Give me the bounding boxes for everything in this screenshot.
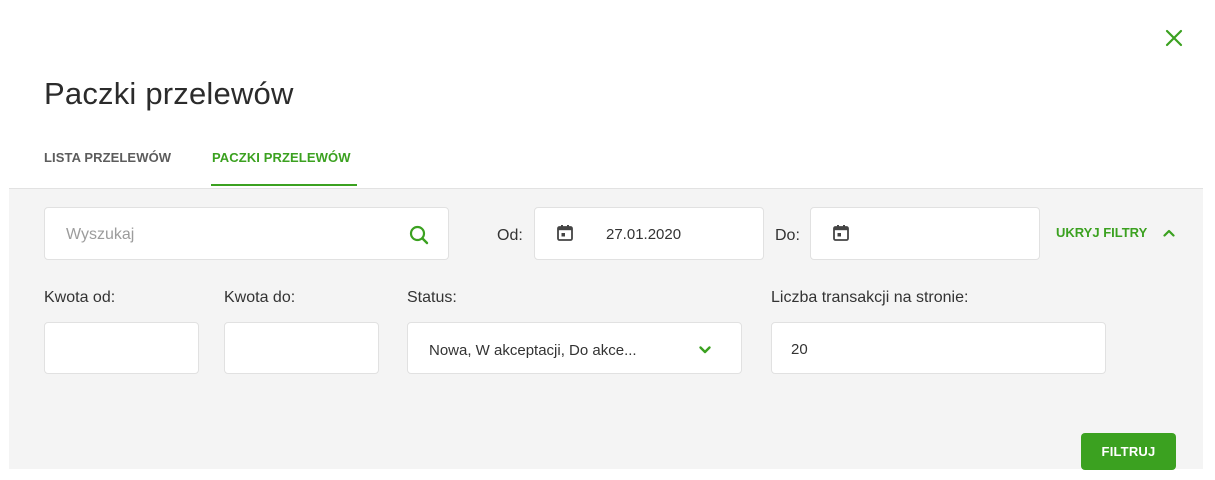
status-select[interactable]: Nowa, W akceptacji, Do akce... <box>407 322 742 374</box>
status-label: Status: <box>407 289 457 306</box>
close-button[interactable] <box>1160 24 1188 52</box>
calendar-icon <box>833 225 849 241</box>
calendar-icon <box>557 225 573 241</box>
tab-paczki-przelewow[interactable]: PACZKI PRZELEWÓW <box>212 150 351 165</box>
per-page-label: Liczba transakcji na stronie: <box>771 289 969 306</box>
hide-filters-label: UKRYJ FILTRY <box>1056 225 1148 240</box>
status-value: Nowa, W akceptacji, Do akce... <box>429 342 637 359</box>
search-placeholder: Wyszukaj <box>66 226 135 243</box>
amount-to-label: Kwota do: <box>224 289 296 306</box>
search-input[interactable]: Wyszukaj <box>44 207 449 260</box>
date-from-label: Od: <box>497 227 523 244</box>
date-to-label: Do: <box>775 227 800 244</box>
filter-panel: Wyszukaj Od: 27.01.2020 Do: UKRYJ FILTRY <box>9 188 1203 470</box>
search-icon[interactable] <box>408 224 430 246</box>
tab-lista-przelewow[interactable]: LISTA PRZELEWÓW <box>44 150 171 165</box>
amount-to-input[interactable] <box>224 322 379 374</box>
date-to-field[interactable] <box>810 207 1040 260</box>
chevron-down-icon <box>699 346 711 354</box>
per-page-input[interactable]: 20 <box>771 322 1106 374</box>
date-from-value: 27.01.2020 <box>606 226 682 243</box>
filter-button[interactable]: FILTRUJ <box>1081 433 1176 470</box>
chevron-up-icon <box>1163 229 1175 237</box>
active-tab-indicator <box>211 184 357 186</box>
date-from-field[interactable]: 27.01.2020 <box>534 207 764 260</box>
amount-from-label: Kwota od: <box>44 289 116 306</box>
amount-from-input[interactable] <box>44 322 199 374</box>
hide-filters-button[interactable]: UKRYJ FILTRY <box>1056 225 1175 240</box>
close-icon <box>1165 29 1183 47</box>
per-page-value: 20 <box>791 341 808 358</box>
page-title: Paczki przelewów <box>44 76 294 111</box>
